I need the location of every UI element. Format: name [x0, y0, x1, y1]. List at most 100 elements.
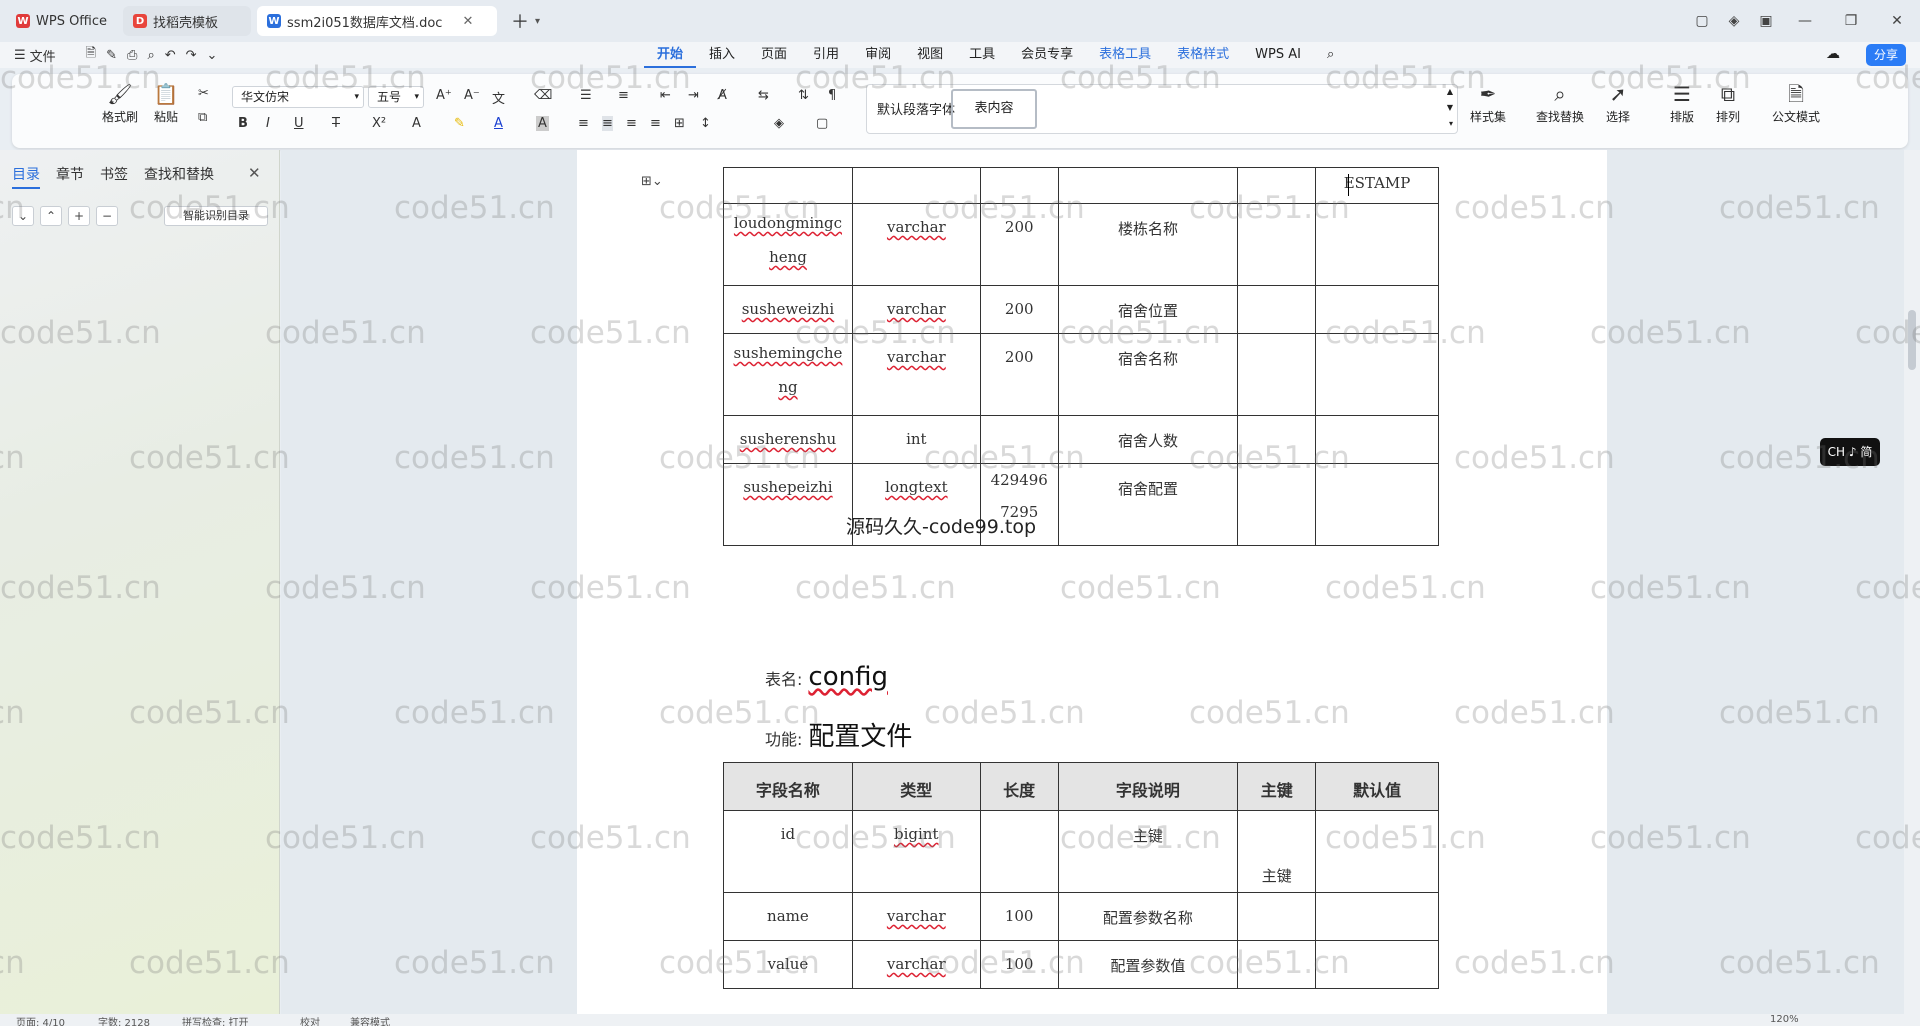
table-cell[interactable]: bigint	[851, 810, 981, 893]
document-area[interactable]: ⊞⌄ ESTAMP loudongmingc heng varchar 200 楼…	[281, 150, 1920, 1014]
table-cell[interactable]	[1237, 892, 1317, 941]
table-cell[interactable]: id	[723, 810, 853, 893]
tab-bookmark[interactable]: 书签	[100, 164, 128, 189]
align-center-icon[interactable]: ≡	[602, 116, 613, 131]
table-cell[interactable]: int	[851, 415, 981, 464]
tab-reference[interactable]: 引用	[800, 42, 852, 68]
distribute-icon[interactable]: ⊞	[674, 116, 685, 131]
tab-review[interactable]: 审阅	[852, 42, 904, 68]
table-cell[interactable]	[1057, 167, 1239, 204]
find-replace-button[interactable]: ⌕ 查找替换	[1528, 80, 1592, 125]
table-cell[interactable]: 200	[979, 285, 1059, 334]
table-cell[interactable]	[1237, 940, 1317, 989]
table-cell[interactable]: loudongmingc heng	[723, 203, 853, 286]
tab-page[interactable]: 页面	[748, 42, 800, 68]
increase-indent-icon[interactable]: ⇥	[688, 88, 699, 103]
tab-wps-office[interactable]: W WPS Office	[6, 6, 118, 36]
layout-button[interactable]: ☰ 排版	[1660, 80, 1704, 125]
copy-icon[interactable]: ⧉	[198, 110, 207, 125]
minimize-icon[interactable]: —	[1782, 13, 1828, 29]
table-cell[interactable]	[1237, 203, 1317, 286]
scroll-up-icon[interactable]: ▲	[1447, 87, 1453, 96]
font-size-select[interactable]: 五号 ▾	[368, 86, 424, 108]
table-cell[interactable]: 楼栋名称	[1057, 203, 1239, 286]
table-cell[interactable]: 宿舍配置	[1057, 463, 1239, 546]
style-default[interactable]: 默认段落字体	[877, 99, 955, 118]
font-color-icon[interactable]: A	[494, 116, 503, 131]
table-cell[interactable]	[1315, 940, 1439, 989]
style-current[interactable]: 表内容	[951, 89, 1037, 129]
align-left-icon[interactable]: ≡	[578, 116, 589, 131]
restore-icon[interactable]: ❐	[1828, 13, 1874, 29]
table-cell[interactable]: varchar	[851, 203, 981, 286]
shrink-font-icon[interactable]: A⁻	[464, 88, 480, 103]
select-button[interactable]: ➚ 选择	[1596, 80, 1640, 125]
table-cell[interactable]: varchar	[851, 333, 981, 416]
table-cell[interactable]: 主键	[1237, 810, 1317, 893]
chevron-up-icon[interactable]: ⌃	[40, 206, 62, 226]
tab-member[interactable]: 会员专享	[1008, 42, 1086, 68]
status-zoom[interactable]: 120%	[1770, 1014, 1799, 1025]
table-cell[interactable]: sushepeizhi	[723, 463, 853, 546]
align-right-icon[interactable]: ≡	[626, 116, 637, 131]
cloud-icon[interactable]: ☁	[1826, 46, 1840, 62]
table-cell[interactable]	[1315, 333, 1439, 416]
expand-icon[interactable]: ▾	[1449, 119, 1453, 128]
tab-tools[interactable]: 工具	[956, 42, 1008, 68]
eraser-icon[interactable]: ⌫	[534, 88, 552, 103]
table-cell[interactable]: 配置参数值	[1057, 940, 1239, 989]
status-spell[interactable]: 拼写检查: 打开	[182, 1014, 249, 1026]
border-icon[interactable]: ▢	[816, 116, 828, 131]
swap-icon[interactable]: ⇆	[758, 88, 769, 103]
table-cell[interactable]: 宿舍名称	[1057, 333, 1239, 416]
italic-icon[interactable]: I	[266, 116, 270, 131]
scrollbar-thumb[interactable]	[1908, 310, 1916, 370]
table-cell[interactable]	[1315, 810, 1439, 893]
table-cell[interactable]: value	[723, 940, 853, 989]
tab-table-style[interactable]: 表格样式	[1164, 42, 1242, 68]
tab-find-replace[interactable]: 查找和替换	[144, 164, 214, 189]
show-marks-icon[interactable]: ¶	[828, 88, 836, 103]
shading-icon[interactable]: ◈	[774, 116, 784, 131]
table-cell[interactable]	[851, 167, 981, 204]
bold-icon[interactable]: B	[238, 116, 248, 131]
table-cell[interactable]	[1315, 892, 1439, 941]
smart-toc-button[interactable]: 智能识别目录	[164, 206, 268, 226]
table-cell[interactable]: varchar	[851, 285, 981, 334]
table-cell[interactable]	[1237, 463, 1317, 546]
table-cell[interactable]: susherenshu	[723, 415, 853, 464]
text-direction-icon[interactable]: A̸	[718, 88, 727, 103]
share-button[interactable]: 分享	[1865, 44, 1906, 66]
table-cell[interactable]	[1237, 285, 1317, 334]
font-name-select[interactable]: 华文仿宋 ▾	[232, 86, 364, 108]
table-cell[interactable]: 200	[979, 333, 1059, 416]
grow-font-icon[interactable]: A⁺	[436, 88, 452, 103]
table-cell[interactable]	[979, 415, 1059, 464]
char-shading-icon[interactable]: A	[536, 116, 549, 131]
numbered-list-icon[interactable]: ≡	[618, 88, 629, 103]
table-cell[interactable]: 100	[979, 940, 1059, 989]
layout-icon[interactable]: ▢	[1686, 13, 1718, 29]
table-cell[interactable]	[1237, 333, 1317, 416]
status-proof[interactable]: 校对	[300, 1014, 320, 1026]
header-cell[interactable]: 字段说明	[1057, 762, 1239, 811]
table-cell[interactable]	[1315, 285, 1439, 334]
tab-insert[interactable]: 插入	[696, 42, 748, 68]
menu-icon[interactable]: ☰	[14, 48, 26, 63]
table-cell[interactable]: 主键	[1057, 810, 1239, 893]
format-painter-button[interactable]: 🖌 格式刷	[100, 80, 140, 125]
close-window-icon[interactable]: ✕	[1874, 13, 1920, 29]
table-cell[interactable]	[1237, 167, 1317, 204]
status-words[interactable]: 字数: 2128	[98, 1014, 150, 1026]
minus-icon[interactable]: −	[96, 206, 118, 226]
table-cell[interactable]: 100	[979, 892, 1059, 941]
paste-button[interactable]: 📋 粘贴	[146, 80, 186, 125]
tab-wps-ai[interactable]: WPS AI	[1242, 42, 1314, 68]
decrease-indent-icon[interactable]: ⇤	[660, 88, 671, 103]
style-set-button[interactable]: ✒ 样式集	[1460, 80, 1516, 125]
undo-icon[interactable]: ↶	[165, 48, 176, 63]
cut-icon[interactable]: ✂	[198, 86, 209, 101]
file-menu[interactable]: 文件	[30, 46, 56, 65]
table-cell[interactable]: 配置参数名称	[1057, 892, 1239, 941]
phonetic-icon[interactable]: 文	[492, 88, 505, 107]
